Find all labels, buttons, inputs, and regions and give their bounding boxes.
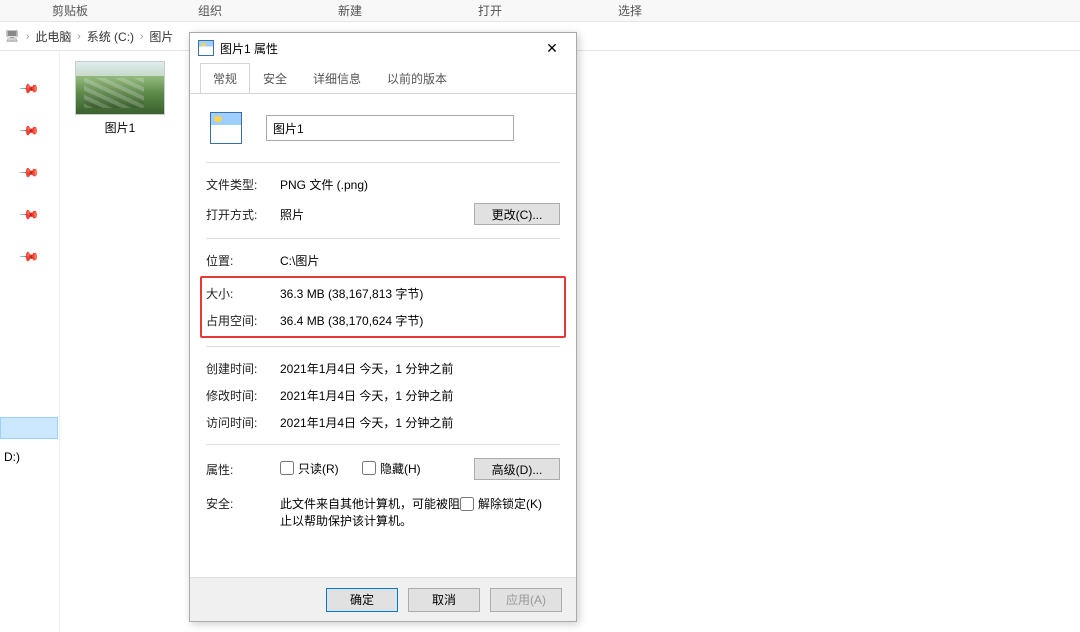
tab-general[interactable]: 常规 <box>200 63 250 94</box>
value-created: 2021年1月4日 今天，1 分钟之前 <box>280 360 560 377</box>
size-highlight-box: 大小: 36.3 MB (38,167,813 字节) 占用空间: 36.4 M… <box>200 276 566 338</box>
label-file-type: 文件类型: <box>206 176 280 193</box>
pin-icon: 📌 <box>18 204 41 227</box>
value-file-type: PNG 文件 (.png) <box>280 176 560 193</box>
tab-security[interactable]: 安全 <box>250 63 300 94</box>
pin-icon: 📌 <box>18 162 41 185</box>
dialog-title: 图片1 属性 <box>220 40 532 57</box>
ribbon-tab-new[interactable]: 新建 <box>280 0 420 22</box>
quick-access-pins: 📌 📌 📌 📌 📌 <box>0 51 60 632</box>
dialog-tabs: 常规 安全 详细信息 以前的版本 <box>190 63 576 94</box>
apply-button[interactable]: 应用(A) <box>490 588 562 612</box>
unblock-label: 解除锁定(K) <box>478 495 542 512</box>
label-modified: 修改时间: <box>206 387 280 404</box>
value-location: C:\图片 <box>280 252 560 269</box>
properties-dialog: 图片1 属性 ✕ 常规 安全 详细信息 以前的版本 文件类型: PNG 文件 (… <box>189 32 577 622</box>
sidebar-selected-item[interactable] <box>0 417 58 439</box>
ribbon-tab-clipboard[interactable]: 剪贴板 <box>0 0 140 22</box>
hidden-label: 隐藏(H) <box>380 460 421 477</box>
file-label[interactable]: 图片1 <box>72 119 168 136</box>
value-security-text: 此文件来自其他计算机，可能被阻止以帮助保护该计算机。 <box>280 495 460 529</box>
pin-icon: 📌 <box>18 78 41 101</box>
label-accessed: 访问时间: <box>206 414 280 431</box>
image-file-icon <box>198 40 214 56</box>
pin-icon: 📌 <box>18 246 41 269</box>
readonly-label: 只读(R) <box>298 460 339 477</box>
ribbon-tab-open[interactable]: 打开 <box>420 0 560 22</box>
dialog-footer: 确定 取消 应用(A) <box>190 577 576 621</box>
label-location: 位置: <box>206 252 280 269</box>
unblock-checkbox[interactable]: 解除锁定(K) <box>460 495 542 512</box>
hidden-checkbox-input[interactable] <box>362 461 376 475</box>
pin-icon: 📌 <box>18 120 41 143</box>
ribbon-tabs: 剪贴板 组织 新建 打开 选择 <box>0 0 1080 22</box>
readonly-checkbox[interactable]: 只读(R) <box>280 460 339 477</box>
value-size-on-disk: 36.4 MB (38,170,624 字节) <box>280 312 560 329</box>
value-size: 36.3 MB (38,167,813 字节) <box>280 285 560 302</box>
chevron-right-icon: › <box>140 31 143 42</box>
label-security: 安全: <box>206 495 280 512</box>
monitor-icon: 🖥 <box>4 28 20 44</box>
breadcrumb-drive[interactable]: 系统 (C:) <box>87 28 134 45</box>
label-opens-with: 打开方式: <box>206 206 280 223</box>
breadcrumb-folder[interactable]: 图片 <box>149 28 173 45</box>
label-size-on-disk: 占用空间: <box>206 312 280 329</box>
chevron-right-icon: › <box>77 31 80 42</box>
label-size: 大小: <box>206 285 280 302</box>
ribbon-tab-select[interactable]: 选择 <box>560 0 700 22</box>
tab-details[interactable]: 详细信息 <box>300 63 374 94</box>
value-modified: 2021年1月4日 今天，1 分钟之前 <box>280 387 560 404</box>
advanced-button[interactable]: 高级(D)... <box>474 458 560 480</box>
hidden-checkbox[interactable]: 隐藏(H) <box>362 460 421 477</box>
close-button[interactable]: ✕ <box>532 34 572 62</box>
chevron-right-icon: › <box>26 31 29 42</box>
label-created: 创建时间: <box>206 360 280 377</box>
file-item[interactable]: 图片1 <box>72 61 168 136</box>
tab-previous-versions[interactable]: 以前的版本 <box>374 63 460 94</box>
readonly-checkbox-input[interactable] <box>280 461 294 475</box>
file-type-icon <box>210 112 242 144</box>
dialog-body: 文件类型: PNG 文件 (.png) 打开方式: 照片 更改(C)... 位置… <box>190 93 576 577</box>
breadcrumb-pc[interactable]: 此电脑 <box>35 28 71 45</box>
cancel-button[interactable]: 取消 <box>408 588 480 612</box>
label-attributes: 属性: <box>206 461 280 478</box>
sidebar-item-d-drive[interactable]: D:) <box>0 447 58 467</box>
unblock-checkbox-input[interactable] <box>460 497 474 511</box>
ok-button[interactable]: 确定 <box>326 588 398 612</box>
dialog-titlebar[interactable]: 图片1 属性 ✕ <box>190 33 576 63</box>
ribbon-tab-organize[interactable]: 组织 <box>140 0 280 22</box>
value-accessed: 2021年1月4日 今天，1 分钟之前 <box>280 414 560 431</box>
change-button[interactable]: 更改(C)... <box>474 203 560 225</box>
filename-input[interactable] <box>266 115 514 141</box>
image-thumbnail <box>75 61 165 115</box>
value-opens-with: 照片 <box>280 206 474 223</box>
